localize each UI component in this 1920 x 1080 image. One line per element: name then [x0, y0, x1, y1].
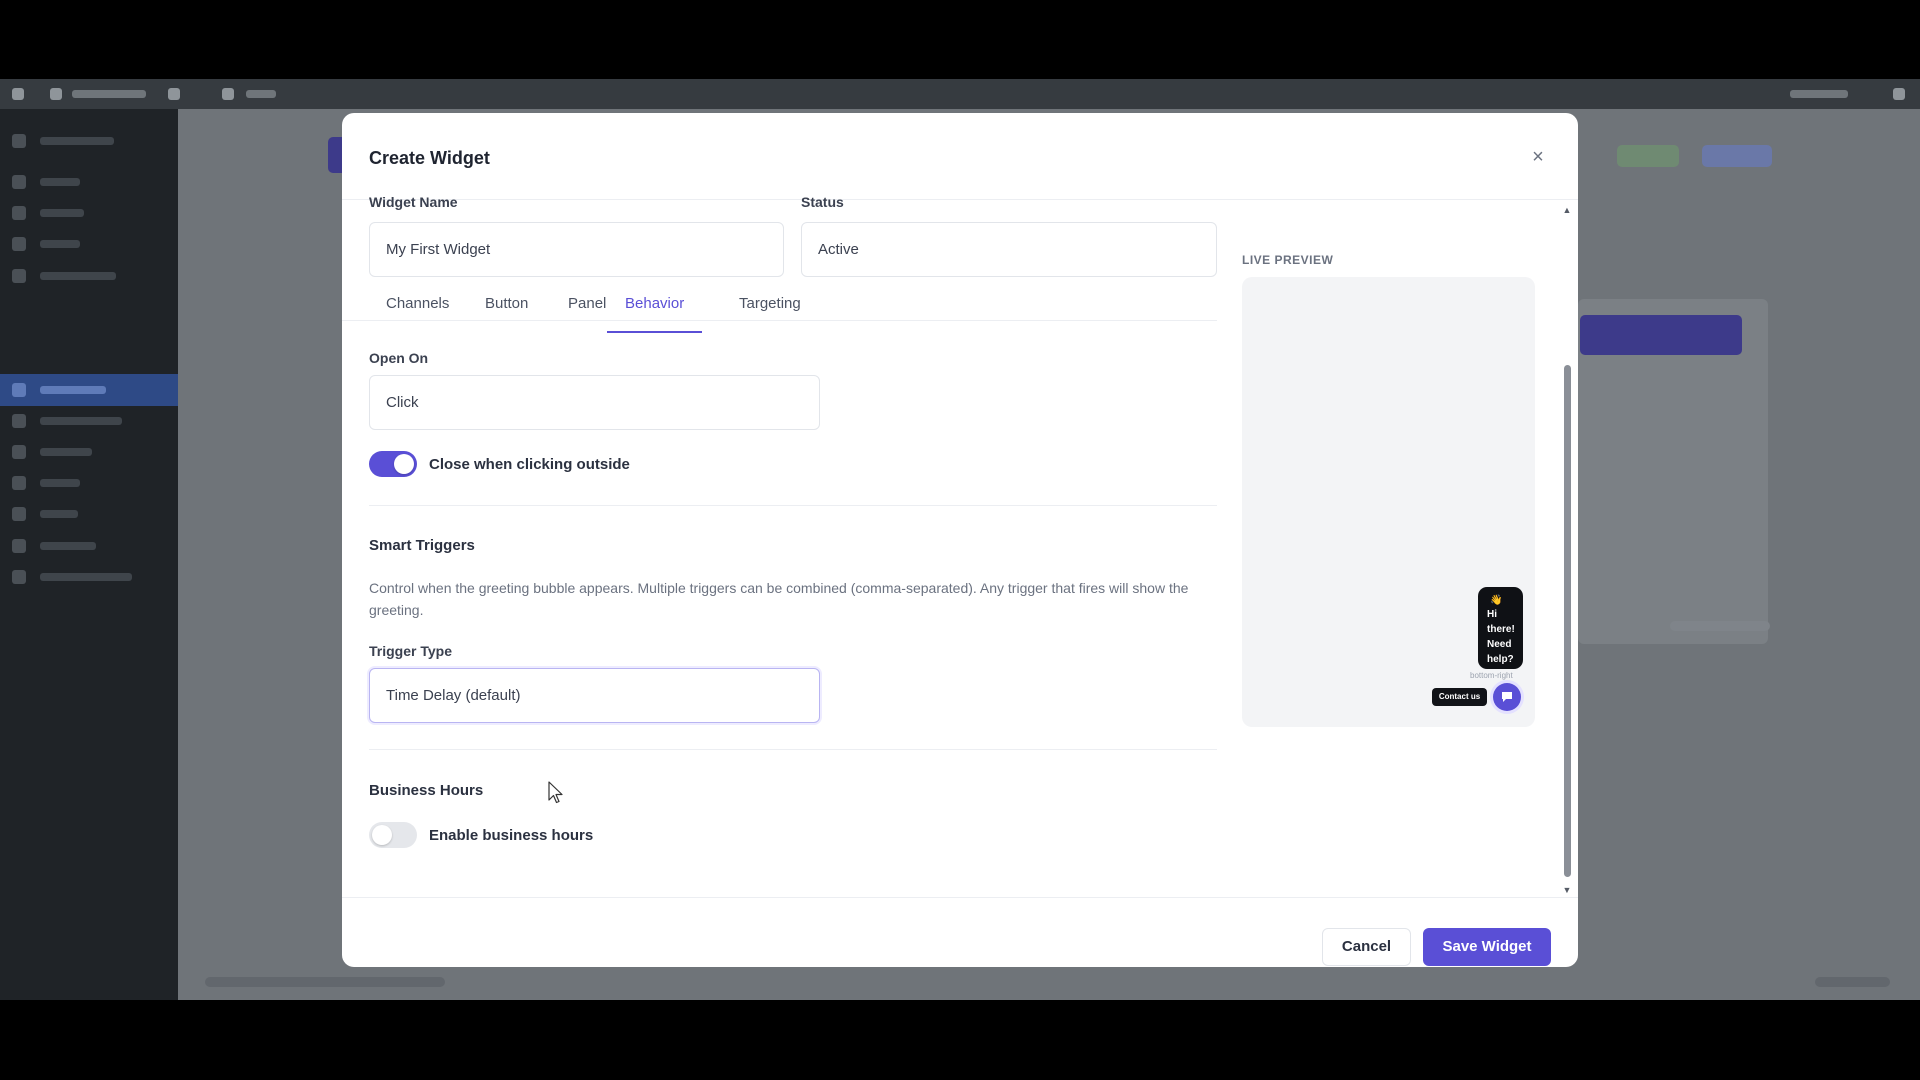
chat-launcher-button	[1493, 683, 1521, 711]
save-widget-button[interactable]: Save Widget	[1423, 928, 1551, 966]
modal-scrollbar[interactable]: ▲ ▼	[1562, 205, 1572, 895]
widget-tabs: Channels Button Panel Behavior Targeting	[342, 280, 1217, 333]
greeting-text: Hi there! Need help?	[1487, 609, 1515, 665]
wordpress-logo-icon	[12, 88, 24, 100]
divider	[369, 505, 1217, 506]
comments-icon	[168, 88, 180, 100]
business-hours-toggle[interactable]	[369, 822, 417, 848]
tab-behavior[interactable]: Behavior	[607, 294, 703, 333]
position-label: bottom-right	[1470, 671, 1513, 680]
live-preview-label: LIVE PREVIEW	[1242, 253, 1334, 267]
business-hours-label: Enable business hours	[429, 827, 594, 844]
widget-name-label: Widget Name	[369, 194, 458, 210]
trigger-type-input[interactable]: Time Delay (default)	[369, 668, 820, 723]
close-outside-toggle[interactable]	[369, 451, 417, 477]
avatar	[1893, 88, 1905, 100]
admin-bar	[0, 79, 1920, 109]
live-preview-panel: 👋 Hi there! Need help? bottom-right Cont…	[1242, 277, 1535, 727]
background-footer-text	[205, 977, 445, 987]
trigger-type-label: Trigger Type	[369, 643, 452, 659]
greeting-bubble: 👋 Hi there! Need help?	[1478, 587, 1523, 669]
cancel-button[interactable]: Cancel	[1322, 928, 1411, 966]
business-hours-title: Business Hours	[369, 782, 484, 799]
scroll-down-arrow-icon[interactable]: ▼	[1562, 885, 1572, 895]
background-version-text	[1815, 977, 1890, 987]
close-outside-label: Close when clicking outside	[429, 456, 630, 473]
background-create-button	[1580, 315, 1742, 355]
admin-bar-user	[1790, 90, 1848, 98]
modal-header: Create Widget ×	[342, 113, 1578, 200]
tab-button[interactable]: Button	[485, 294, 528, 333]
divider	[369, 749, 1217, 750]
background-badge	[1702, 145, 1772, 167]
background-text	[1670, 621, 1770, 631]
open-on-select[interactable]: Click	[369, 375, 820, 430]
smart-triggers-help: Control when the greeting bubble appears…	[369, 580, 1189, 618]
close-icon[interactable]: ×	[1528, 147, 1548, 167]
modal-title: Create Widget	[369, 148, 490, 168]
home-icon	[50, 88, 62, 100]
scroll-up-arrow-icon[interactable]: ▲	[1562, 205, 1572, 215]
admin-sidebar	[0, 109, 178, 1000]
wave-icon: 👋	[1490, 595, 1503, 606]
modal-footer: Cancel Save Widget	[342, 897, 1578, 967]
admin-bar-new	[246, 90, 276, 98]
background-badge	[1617, 145, 1679, 167]
smart-triggers-title: Smart Triggers	[369, 537, 475, 554]
create-widget-modal: Create Widget × Widget Name My First Wid…	[342, 113, 1578, 967]
scroll-thumb[interactable]	[1564, 365, 1571, 877]
mouse-cursor-icon	[548, 781, 563, 804]
status-label: Status	[801, 194, 844, 210]
tab-panel[interactable]: Panel	[568, 294, 606, 333]
tab-channels[interactable]: Channels	[386, 294, 449, 333]
widget-name-input[interactable]: My First Widget	[369, 222, 784, 277]
admin-bar-site	[72, 90, 146, 98]
chat-bubble-icon	[1502, 692, 1512, 702]
status-select[interactable]: Active	[801, 222, 1217, 277]
plus-icon	[222, 88, 234, 100]
contact-us-label: Contact us	[1432, 688, 1487, 706]
tab-targeting[interactable]: Targeting	[739, 294, 801, 333]
open-on-label: Open On	[369, 350, 429, 366]
